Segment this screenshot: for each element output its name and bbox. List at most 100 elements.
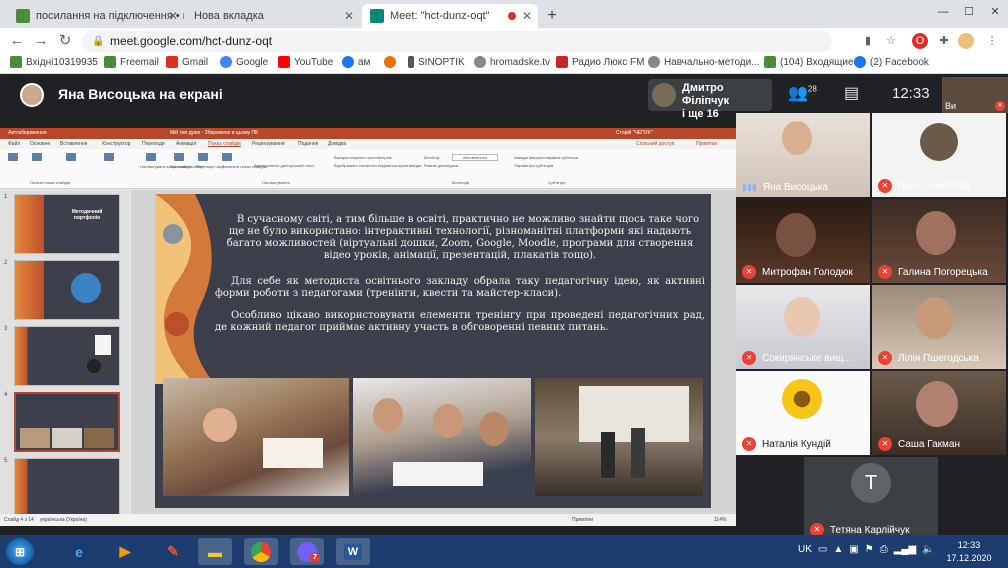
bookmark-item[interactable]: hromadske.tv — [474, 56, 550, 68]
volume-icon[interactable]: 🔈 — [922, 544, 934, 555]
language-indicator[interactable]: UK — [798, 544, 812, 555]
url-input[interactable]: 🔒 meet.google.com/hct-dunz-oqt — [82, 31, 832, 52]
paint-icon[interactable]: ✎ — [156, 538, 190, 565]
bookmark-item[interactable]: (104) Входящие — [764, 56, 854, 68]
people-icon[interactable]: 👥28 — [788, 83, 817, 103]
star-icon[interactable]: ☆ — [883, 33, 899, 49]
slide-thumbnail[interactable]: Методичний портфоліо — [14, 194, 120, 254]
avatar — [916, 297, 954, 339]
forward-icon[interactable]: → — [32, 33, 50, 49]
ppt-tab[interactable]: Рецензування — [252, 141, 285, 147]
close-icon[interactable]: ✕ — [168, 9, 178, 23]
bookmark-item[interactable] — [384, 56, 400, 68]
ppt-tab[interactable]: Подання — [298, 141, 318, 147]
taskbar-clock[interactable]: 12:33 17.12.2020 — [940, 539, 998, 565]
maximize-icon[interactable]: ☐ — [956, 0, 982, 28]
back-icon[interactable]: ← — [8, 33, 26, 49]
participant-tile[interactable]: ✕ Сокирянське вищ... — [736, 285, 870, 369]
current-slide[interactable]: В сучасному світі, а тим більше в освіті… — [155, 194, 711, 508]
participant-tile[interactable]: ✕ Лілія Пшегодська — [872, 285, 1006, 369]
online-present-icon[interactable] — [66, 153, 76, 161]
tab-meet[interactable]: Meet: "hct-dunz-oqt" ✕ — [362, 4, 538, 28]
profile-avatar[interactable] — [958, 33, 974, 49]
ppt-tab[interactable]: Довідка — [328, 141, 346, 147]
tab-new-tab[interactable]: Нова вкладка ✕ — [186, 4, 360, 28]
slide-paragraph: Особливо цікаво використовувати елементи… — [215, 310, 705, 333]
tab-title: посилання на підключення • пе — [36, 10, 184, 22]
presenting-title: Яна Висоцька на екрані — [58, 86, 223, 102]
close-icon[interactable]: ✕ — [522, 9, 532, 23]
chrome-icon[interactable] — [244, 538, 278, 565]
bookmark-item[interactable]: Вхідні10319935 — [10, 56, 98, 68]
participant-tile[interactable]: ✕ Саша Гакман — [872, 371, 1006, 455]
start-button[interactable]: ⊞ — [6, 538, 34, 565]
notes-button[interactable]: Примітки — [696, 141, 717, 147]
participant-tile[interactable]: ✕ Митрофан Голодюк — [736, 199, 870, 283]
bookmark-item[interactable]: YouTube — [278, 56, 333, 68]
slide-thumbnail[interactable] — [14, 260, 120, 320]
slide-thumbnail[interactable] — [14, 458, 120, 518]
record-icon[interactable] — [222, 153, 232, 161]
share-button[interactable]: Спільний доступ — [636, 141, 674, 147]
file-explorer-icon[interactable]: ▬ — [198, 538, 232, 565]
pinned-participant[interactable]: Дмитро Філіпчук і ще 16 — [648, 79, 772, 120]
tab-invite-links[interactable]: посилання на підключення • пе ✕ — [8, 4, 184, 28]
viber-icon[interactable]: 7 — [290, 538, 324, 565]
ppt-tab[interactable]: Конструктор — [102, 141, 131, 147]
participant-tile[interactable]: ▮▮▮ Яна Висоцька — [736, 113, 870, 197]
rehearse-icon[interactable] — [198, 153, 208, 161]
hide-slide-icon[interactable] — [174, 153, 184, 161]
slide-thumbnail[interactable] — [14, 326, 120, 386]
media-player-icon[interactable]: ▶ — [108, 538, 142, 565]
ppt-tab[interactable]: Переходи — [142, 141, 165, 147]
keyboard-icon[interactable]: ▭ — [818, 544, 827, 555]
word-icon[interactable]: W — [336, 538, 370, 565]
bookmark-item[interactable]: Радио Люкс FM — [556, 56, 644, 68]
ppt-title-bar: Автозбереження Мій тип дуже - Збережено … — [0, 128, 736, 139]
new-tab-button[interactable]: + — [542, 6, 562, 26]
bookmark-item[interactable]: Навчально-методи... — [648, 56, 760, 68]
network-icon[interactable]: ▣ — [849, 544, 858, 555]
ribbon-group-label: Налаштування — [262, 180, 290, 185]
setup-slideshow-icon[interactable] — [146, 153, 156, 161]
slideshow-from-start-icon[interactable] — [8, 153, 18, 161]
bookmark-item[interactable]: ам — [342, 56, 370, 68]
tray-arrow-icon[interactable]: ▲ — [833, 544, 843, 555]
printer-icon[interactable]: ⎙ — [880, 544, 888, 555]
internet-explorer-icon[interactable]: e — [62, 538, 96, 565]
ppt-tab[interactable]: Анімація — [176, 141, 196, 147]
slide-thumbnail-selected[interactable] — [14, 392, 120, 452]
bookmark-item[interactable]: Gmail — [166, 56, 208, 68]
signal-icon[interactable]: ▂▄▆ — [894, 544, 916, 555]
ppt-tab[interactable]: Основне — [30, 141, 50, 147]
menu-icon[interactable]: ⋮ — [984, 33, 1000, 49]
close-icon[interactable]: ✕ — [344, 9, 354, 23]
camera-icon[interactable]: ▮ — [860, 33, 876, 49]
bookmark-item[interactable]: (2) Facebook — [854, 56, 929, 68]
monitor-select[interactable]: Автоматично — [452, 154, 499, 161]
minimize-icon[interactable]: — — [930, 0, 956, 28]
close-window-icon[interactable]: ✕ — [982, 0, 1008, 28]
reload-icon[interactable]: ↻ — [56, 33, 74, 49]
extensions-icon[interactable]: ✚ — [936, 33, 952, 49]
slideshow-current-icon[interactable] — [32, 153, 42, 161]
bookmark-item[interactable]: Google — [220, 56, 268, 68]
globe-icon — [474, 56, 486, 68]
ppt-tab[interactable]: Вставлення — [60, 141, 87, 147]
chat-icon[interactable]: ▤ — [844, 83, 859, 103]
ppt-tab-active[interactable]: Показ слайдів — [208, 141, 241, 147]
ppt-tab[interactable]: Файл — [8, 141, 20, 147]
opera-extension-icon[interactable]: O — [912, 33, 928, 49]
flag-icon[interactable]: ⚑ — [865, 544, 874, 555]
participant-tile[interactable]: ✕ Лідія Симонова — [872, 113, 1006, 197]
bookmark-item[interactable]: Freemail — [104, 56, 159, 68]
participant-tile[interactable]: ✕ Наталія Кундій — [736, 371, 870, 455]
notes-toggle[interactable]: Примітки — [572, 514, 593, 526]
participant-tile[interactable]: ✕ Галина Погорецька — [872, 199, 1006, 283]
windows-taskbar: ⊞ e ▶ ✎ ▬ 7 W UK ▭ ▲ ▣ ⚑ ⎙ ▂▄▆ 🔈 12:33 1… — [0, 535, 1008, 568]
participant-tile[interactable]: T ✕ Тетяна Карлійчук — [804, 457, 938, 541]
zoom-level[interactable]: 114% — [714, 514, 726, 526]
custom-slideshow-icon[interactable] — [104, 153, 114, 161]
mic-off-icon: ✕ — [878, 179, 892, 193]
bookmark-item[interactable]: SINOPTIK — [408, 56, 465, 68]
